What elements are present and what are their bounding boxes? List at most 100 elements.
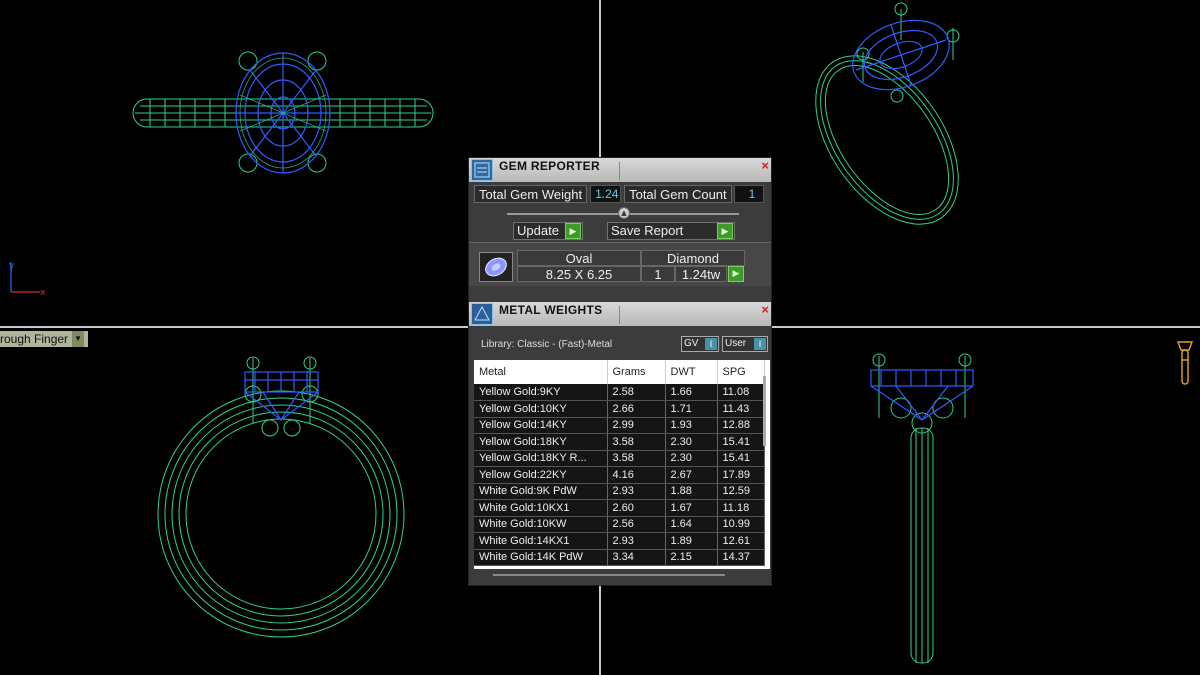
table-header-row: Metal Grams DWT SPG (474, 360, 765, 384)
play-icon: ▶ (565, 223, 581, 239)
table-row[interactable]: Yellow Gold:18KY 3.58 2.30 15.41 (474, 433, 765, 451)
column-header[interactable]: Grams (607, 360, 666, 384)
metal-name-cell: White Gold:10KX1 (474, 499, 608, 517)
slider-handle-icon[interactable]: ▲ (618, 207, 630, 219)
table-row[interactable]: White Gold:10KX1 2.60 1.67 11.18 (474, 499, 765, 517)
gem-reporter-header[interactable]: GEM REPORTER × (469, 158, 771, 182)
save-report-button-label: Save Report (611, 223, 684, 238)
spg-cell: 14.37 (717, 549, 765, 566)
play-icon[interactable]: ▶ (728, 266, 744, 282)
column-header[interactable]: DWT (665, 360, 718, 384)
update-button-label: Update (517, 223, 559, 238)
user-toggle-label: User (725, 338, 747, 349)
spg-cell: 12.88 (717, 417, 765, 434)
metal-weights-title: METAL WEIGHTS (499, 303, 603, 317)
update-button[interactable]: Update ▶ (513, 222, 583, 240)
grams-cell: 2.66 (607, 400, 666, 418)
header-separator (619, 162, 620, 180)
grams-cell: 2.56 (607, 516, 666, 533)
metal-weights-table[interactable]: Metal Grams DWT SPG Yellow Gold:9KY 2.58 1… (474, 360, 770, 569)
gem-qty-cell: 1 (641, 266, 675, 282)
spg-cell: 11.18 (717, 499, 765, 517)
view-mode-dropdown[interactable]: rough Finger ▼ (0, 331, 89, 347)
table-row[interactable]: Yellow Gold:22KY 4.16 2.67 17.89 (474, 466, 765, 484)
metal-name-cell: Yellow Gold:18KY (474, 433, 608, 451)
dwt-cell: 2.30 (665, 433, 718, 451)
table-row[interactable]: White Gold:10KW 2.56 1.64 10.99 (474, 516, 765, 533)
column-header[interactable]: Metal (474, 360, 608, 384)
svg-text:y: y (9, 261, 15, 271)
gv-toggle[interactable]: GV I (681, 336, 719, 352)
close-icon[interactable]: × (761, 302, 769, 317)
gv-toggle-label: GV (684, 338, 699, 349)
dwt-cell: 2.15 (665, 549, 718, 566)
table-row[interactable]: White Gold:9K PdW 2.93 1.88 12.59 (474, 483, 765, 500)
user-toggle[interactable]: User I (722, 336, 768, 352)
save-report-button[interactable]: Save Report ▶ (607, 222, 735, 240)
dwt-cell: 1.93 (665, 417, 718, 434)
svg-text:x: x (40, 288, 46, 298)
gem-list-item[interactable]: Oval Diamond 8.25 X 6.25 1 1.24tw ▶ (469, 242, 771, 286)
metal-name-cell: Yellow Gold:10KY (474, 400, 608, 418)
table-row[interactable]: White Gold:14KX1 2.93 1.89 12.61 (474, 532, 765, 550)
grams-cell: 2.99 (607, 417, 666, 434)
toggle-indicator-icon: I (705, 338, 717, 350)
dwt-cell: 2.30 (665, 450, 718, 467)
dwt-cell: 1.66 (665, 384, 718, 401)
table-horizontal-scrollbar[interactable] (493, 574, 725, 576)
ring-gold-icon (1176, 341, 1194, 385)
total-gem-weight-label: Total Gem Weight (474, 185, 588, 203)
table-row[interactable]: Yellow Gold:18KY R... 3.58 2.30 15.41 (474, 450, 765, 467)
grams-cell: 3.34 (607, 549, 666, 566)
gem-report-icon (471, 159, 493, 181)
table-row[interactable]: Yellow Gold:9KY 2.58 1.66 11.08 (474, 384, 765, 401)
metal-name-cell: White Gold:10KW (474, 516, 608, 533)
table-vertical-scrollbar[interactable] (763, 376, 766, 446)
metal-name-cell: White Gold:14K PdW (474, 549, 608, 566)
table-row[interactable]: White Gold:14K PdW 3.34 2.15 14.37 (474, 549, 765, 566)
gem-metal-panel[interactable]: GEM REPORTER × Total Gem Weight 1.24 Tot… (468, 157, 772, 586)
metal-weights-icon (471, 303, 493, 325)
spg-cell: 11.43 (717, 400, 765, 418)
metal-weights-header[interactable]: METAL WEIGHTS × (469, 302, 771, 326)
library-label: Library: Classic - (Fast)-Metal (481, 339, 613, 350)
metal-name-cell: White Gold:14KX1 (474, 532, 608, 550)
gem-weight-cell: 1.24tw (675, 266, 727, 282)
grams-cell: 2.58 (607, 384, 666, 401)
metal-name-cell: White Gold:9K PdW (474, 483, 608, 500)
dwt-cell: 1.89 (665, 532, 718, 550)
header-separator (619, 306, 620, 324)
grams-cell: 2.93 (607, 483, 666, 500)
close-icon[interactable]: × (761, 158, 769, 173)
dwt-cell: 2.67 (665, 466, 718, 484)
chevron-down-icon: ▼ (72, 331, 85, 347)
metal-name-cell: Yellow Gold:14KY (474, 417, 608, 434)
grams-cell: 2.93 (607, 532, 666, 550)
toggle-indicator-icon: I (754, 338, 766, 350)
dwt-cell: 1.71 (665, 400, 718, 418)
gem-type-cell: Diamond (641, 250, 745, 266)
grams-cell: 2.60 (607, 499, 666, 517)
spg-cell: 15.41 (717, 450, 765, 467)
table-row[interactable]: Yellow Gold:14KY 2.99 1.93 12.88 (474, 417, 765, 434)
gem-size-cell: 8.25 X 6.25 (517, 266, 641, 282)
spg-cell: 12.61 (717, 532, 765, 550)
metal-name-cell: Yellow Gold:22KY (474, 466, 608, 484)
spg-cell: 11.08 (717, 384, 765, 401)
dwt-cell: 1.67 (665, 499, 718, 517)
grams-cell: 4.16 (607, 466, 666, 484)
column-header[interactable]: SPG (717, 360, 765, 384)
spg-cell: 10.99 (717, 516, 765, 533)
table-row[interactable]: Yellow Gold:10KY 2.66 1.71 11.43 (474, 400, 765, 418)
total-gem-count-label: Total Gem Count (624, 185, 732, 203)
play-icon: ▶ (717, 223, 733, 239)
spg-cell: 17.89 (717, 466, 765, 484)
total-gem-count-value: 1 (733, 185, 764, 203)
grams-cell: 3.58 (607, 433, 666, 451)
metal-name-cell: Yellow Gold:9KY (474, 384, 608, 401)
gem-shape-cell: Oval (517, 250, 641, 266)
spg-cell: 12.59 (717, 483, 765, 500)
gem-totals-row: Total Gem Weight 1.24 Total Gem Count 1 (474, 185, 764, 203)
total-gem-weight-value: 1.24 (590, 185, 622, 203)
dwt-cell: 1.64 (665, 516, 718, 533)
